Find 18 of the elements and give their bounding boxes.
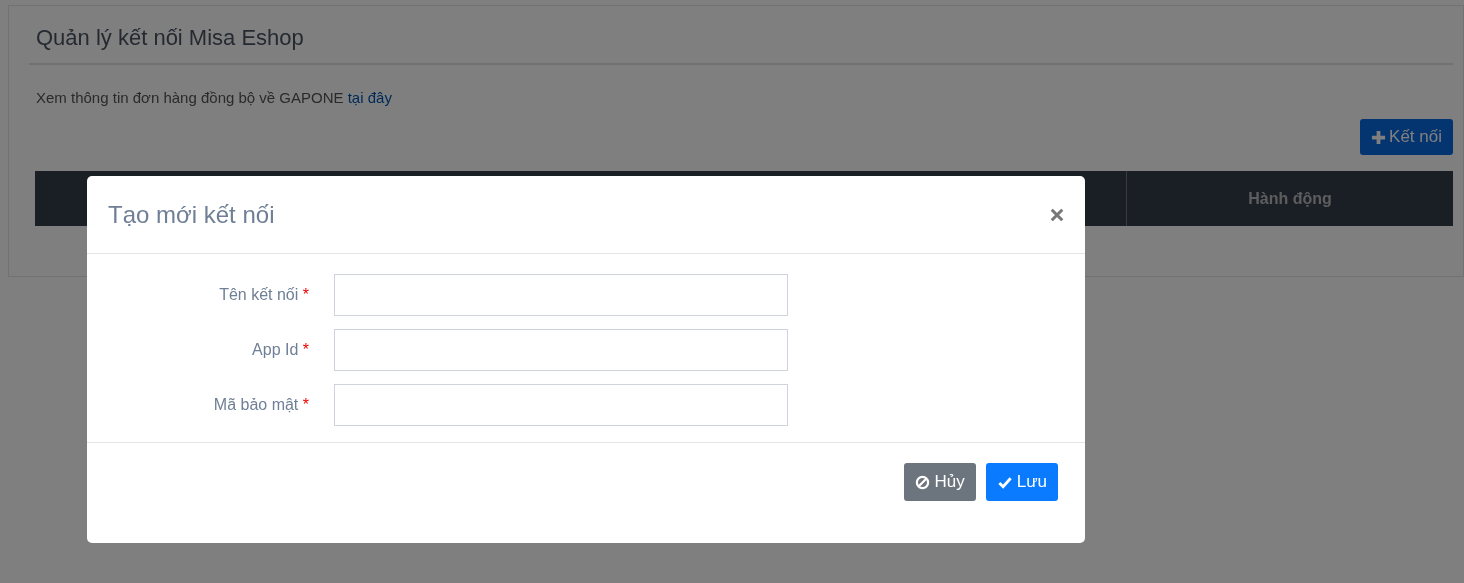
- info-text: Xem thông tin đơn hàng đồng bộ về GAPONE tại đây: [36, 89, 393, 106]
- input-field[interactable]: [334, 329, 788, 371]
- ban-icon: [915, 474, 931, 490]
- plus-icon: [1371, 129, 1387, 145]
- column-header: Hành động: [1248, 189, 1332, 208]
- field-label: App Id *: [251, 341, 310, 359]
- input-field[interactable]: [334, 274, 788, 316]
- dialog-title: Tạo mới kết nối: [108, 200, 275, 229]
- add-connection-button[interactable]: Kết nối: [1360, 119, 1453, 155]
- input-field[interactable]: [334, 384, 788, 426]
- page-title: Quản lý kết nối Misa Eshop: [35, 24, 305, 52]
- cancel-button[interactable]: Hủy: [904, 463, 976, 501]
- check-icon: [996, 474, 1013, 490]
- save-button[interactable]: Lưu: [985, 463, 1058, 501]
- info-link[interactable]: tại đây: [347, 89, 392, 106]
- field-label: Tên kết nối *: [218, 286, 310, 304]
- field-label: Mã bảo mật *: [212, 396, 310, 414]
- close-icon[interactable]: [1050, 207, 1064, 222]
